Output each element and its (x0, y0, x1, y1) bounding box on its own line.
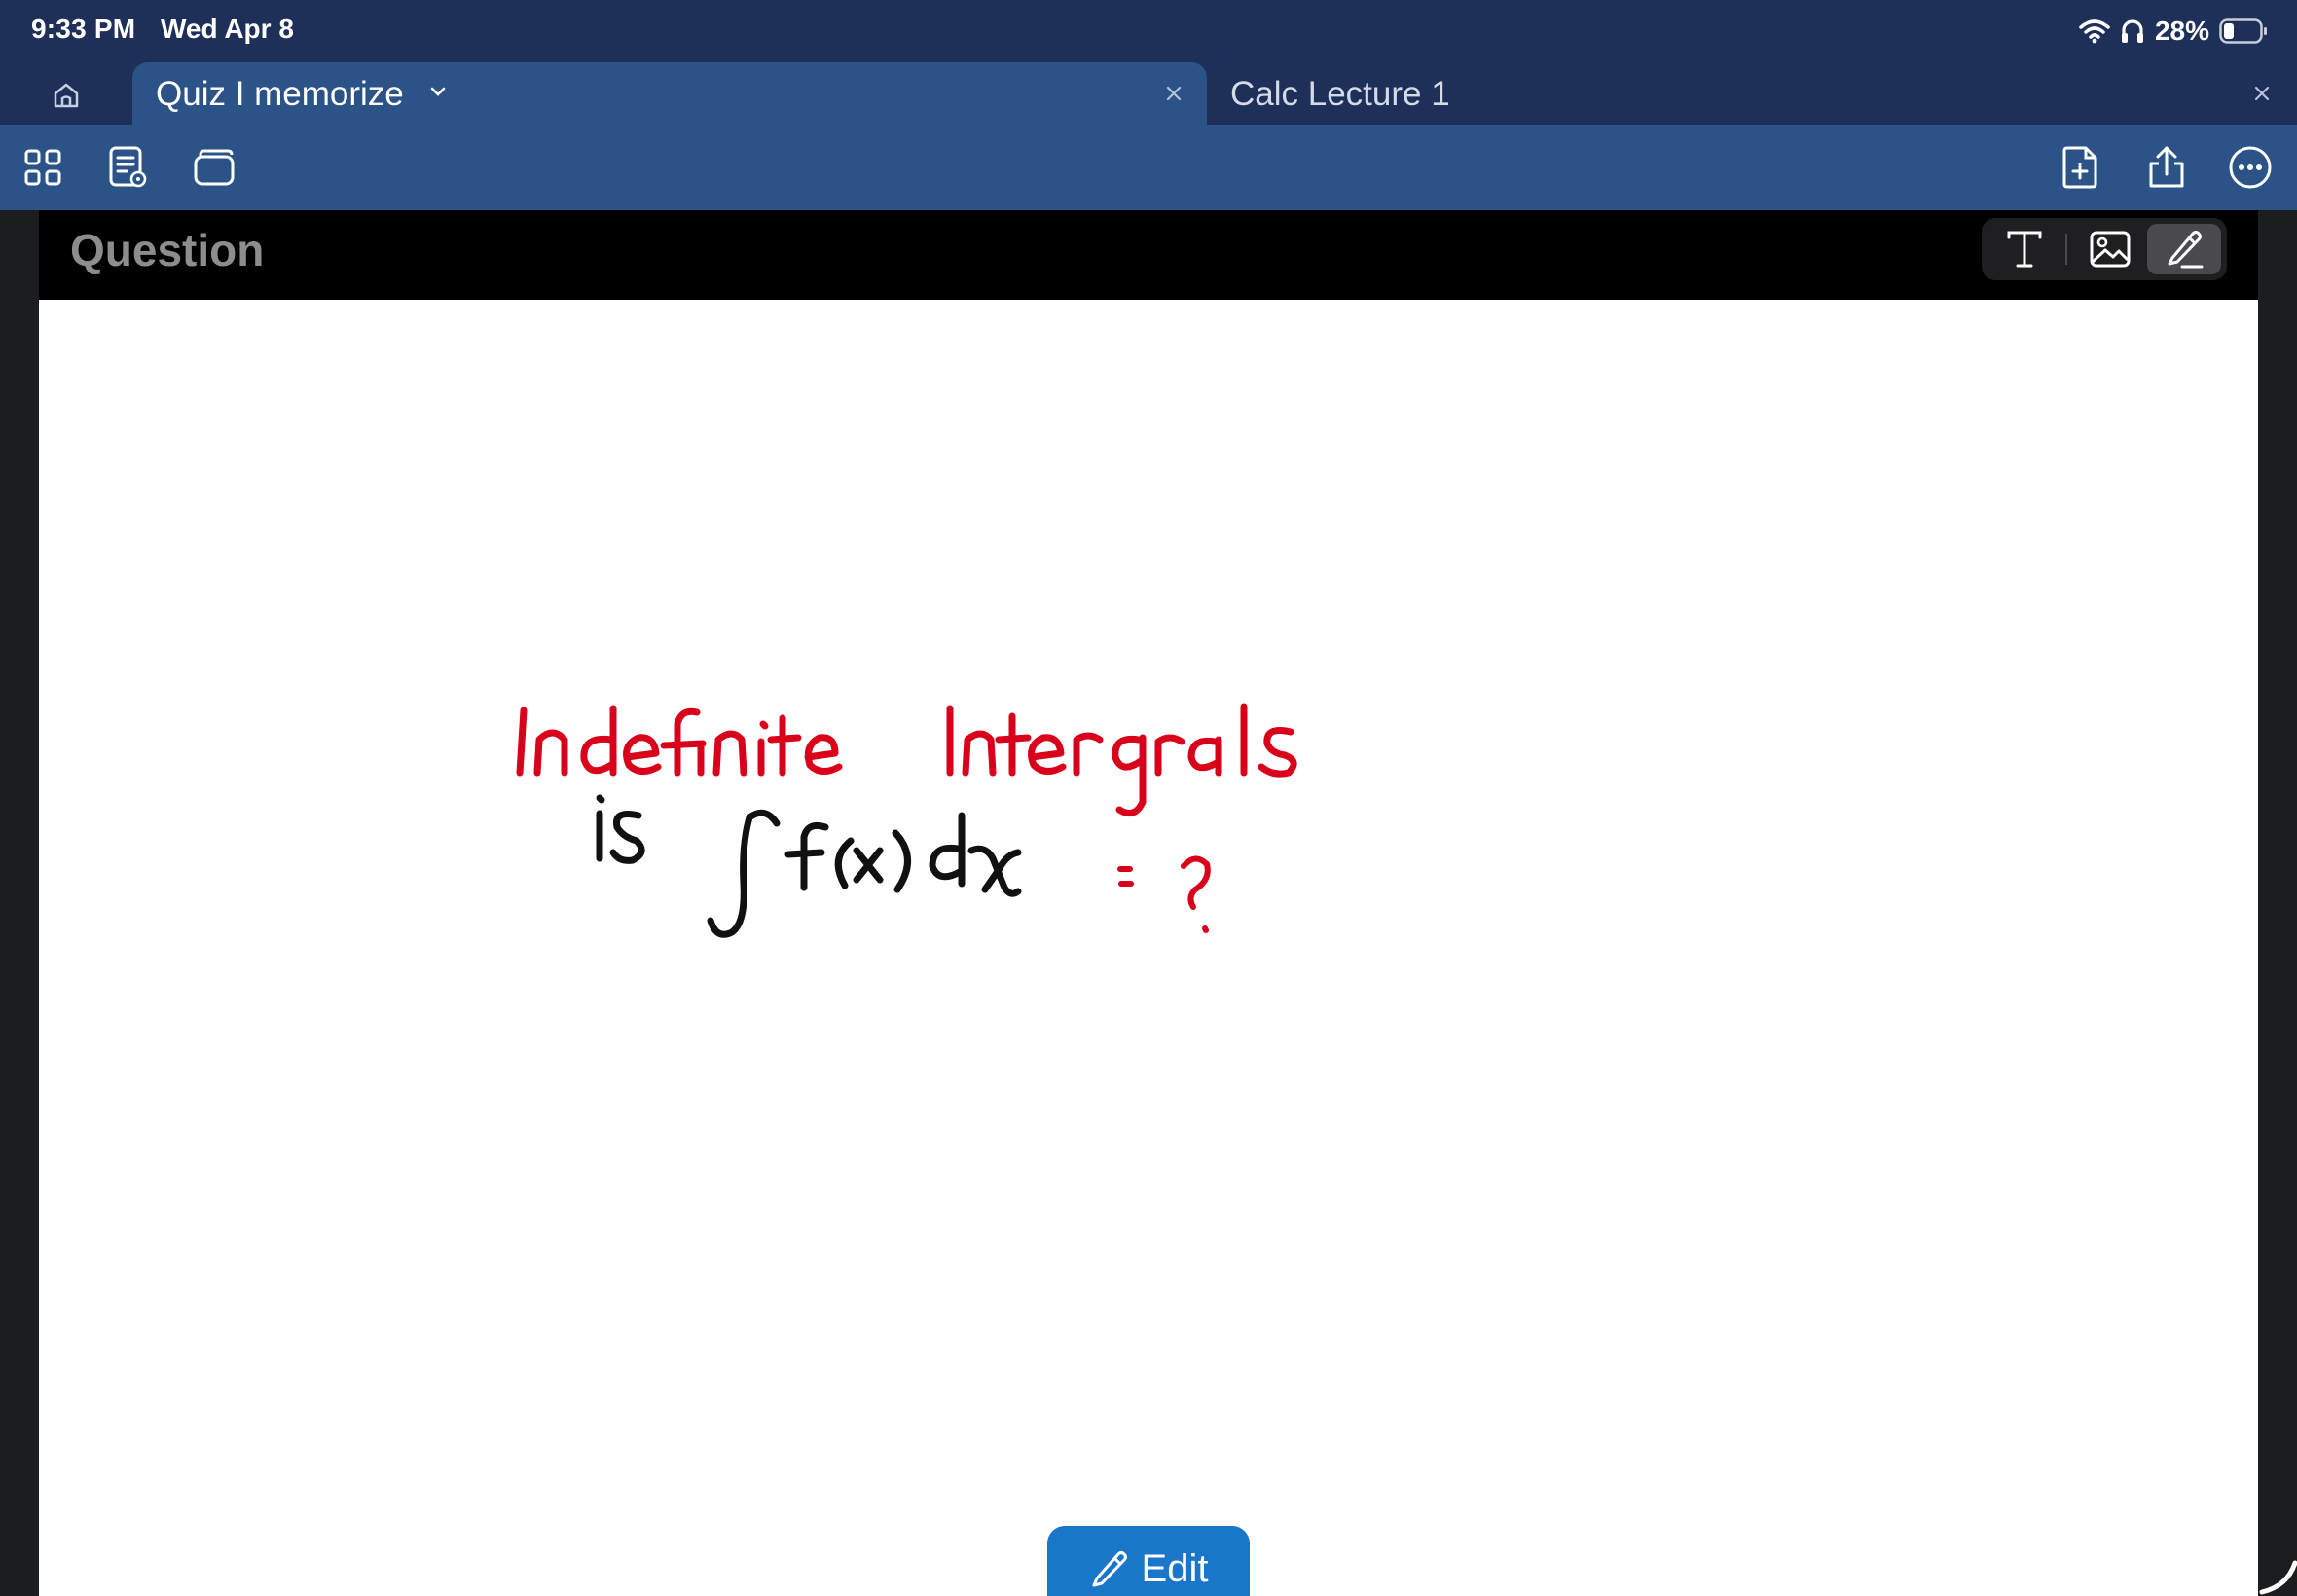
card-title: Question (70, 225, 265, 275)
text-mode-icon[interactable] (1987, 224, 2061, 274)
grid-icon[interactable] (18, 142, 68, 193)
chevron-down-icon[interactable] (428, 82, 448, 106)
stack-icon[interactable] (189, 142, 239, 193)
status-time: 9:33 PM (31, 14, 136, 44)
edit-button-label: Edit (1141, 1547, 1209, 1590)
edit-button[interactable]: Edit (1047, 1526, 1250, 1596)
handwriting-line-1 (516, 703, 1297, 817)
home-icon (54, 83, 79, 108)
resize-handle[interactable] (2258, 1538, 2297, 1596)
divider (2065, 234, 2067, 265)
wifi-icon (2079, 18, 2110, 44)
pen-mode-icon[interactable] (2147, 224, 2221, 274)
tab-label: Calc Lecture 1 (1230, 75, 1450, 113)
card-canvas[interactable] (39, 300, 2258, 1596)
home-button[interactable] (43, 74, 90, 117)
card-header: Question (39, 210, 2258, 300)
tab-quiz-i-memorize[interactable]: Quiz I memorize (132, 62, 1207, 125)
share-icon[interactable] (2141, 142, 2192, 193)
handwriting-equals-question (1117, 855, 1211, 933)
status-date: Wed Apr 8 (161, 14, 294, 44)
document-preview-icon[interactable] (103, 142, 154, 193)
image-mode-icon[interactable] (2073, 224, 2147, 274)
tab-calc-lecture-1[interactable]: Calc Lecture 1 (1207, 62, 2291, 125)
battery-icon (2219, 18, 2268, 44)
headphones-icon (2120, 18, 2145, 45)
more-icon[interactable] (2225, 142, 2276, 193)
input-mode-selector (1982, 218, 2227, 280)
new-page-icon[interactable] (2056, 142, 2106, 193)
close-icon[interactable] (2248, 80, 2276, 107)
status-bar: 9:33 PM Wed Apr 8 28% (0, 0, 2297, 62)
close-icon[interactable] (1160, 80, 1187, 107)
app-window: 9:33 PM Wed Apr 8 28% Quiz I memorize Ca… (0, 0, 2297, 1596)
toolbar (0, 125, 2297, 210)
handwritten-note (516, 703, 1297, 938)
tab-label: Quiz I memorize (156, 75, 404, 113)
battery-percent: 28% (2154, 16, 2209, 46)
status-indicators: 28% (2079, 12, 2268, 51)
pencil-icon (1092, 1551, 1127, 1587)
handwriting-line-2 (596, 794, 1022, 938)
tab-bar: Quiz I memorize Calc Lecture 1 (0, 62, 2297, 125)
